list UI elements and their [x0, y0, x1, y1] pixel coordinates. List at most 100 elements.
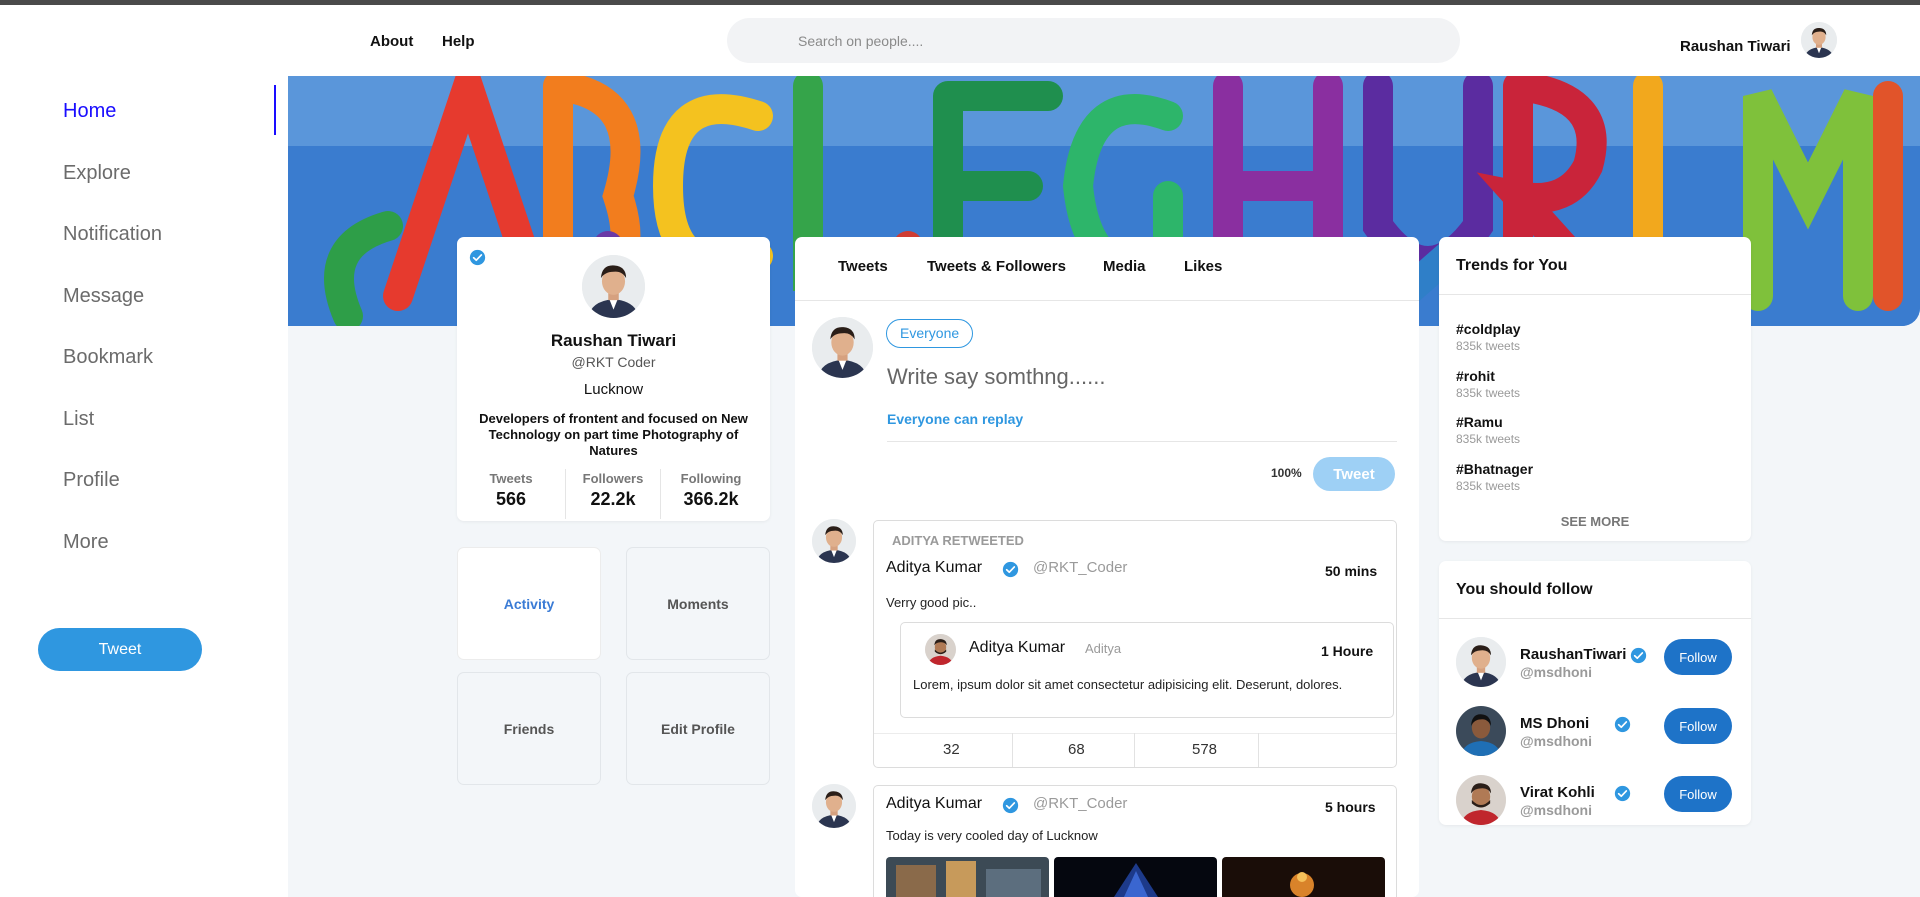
compose-input[interactable]: Write say somthng...... [887, 364, 1105, 390]
tile-friends[interactable]: Friends [457, 672, 601, 785]
divider [1439, 294, 1751, 295]
top-header: About Help Search on people.... Raushan … [288, 5, 1920, 76]
quote-avatar [925, 634, 956, 665]
follow-avatar[interactable] [1456, 637, 1506, 687]
follow-avatar[interactable] [1456, 775, 1506, 825]
profile-bio: Developers of frontent and focused on Ne… [479, 411, 748, 458]
verified-icon [1002, 797, 1019, 814]
see-more-link[interactable]: SEE MORE [1439, 514, 1751, 529]
header-avatar[interactable] [1801, 22, 1837, 58]
trends-title: Trends for You [1456, 257, 1568, 274]
divider [795, 300, 1419, 301]
quote-author-name: Aditya Kumar [969, 639, 1066, 656]
stat-followers[interactable]: Followers 22.2k [570, 471, 656, 510]
sidebar-item-profile[interactable]: Profile [63, 469, 120, 492]
trend-tag[interactable]: #coldplay [1456, 321, 1521, 337]
sidebar-item-bookmark[interactable]: Bookmark [63, 346, 153, 369]
tab-likes[interactable]: Likes [1184, 258, 1222, 275]
follow-avatar[interactable] [1456, 706, 1506, 756]
sidebar-item-notification[interactable]: Notification [63, 223, 162, 246]
who-to-follow-card: You should follow RaushanTiwari @msdhoni… [1439, 561, 1751, 825]
profile-name: Raushan Tiwari [550, 331, 677, 350]
stat-label: Followers [582, 471, 644, 486]
sidebar-item-home[interactable]: Home [63, 100, 116, 123]
quote-author-handle: Aditya [1085, 641, 1122, 656]
stat-label: Tweets [489, 471, 533, 486]
composer-avatar [812, 317, 873, 378]
trends-card: Trends for You #coldplay 835k tweets #ro… [1439, 237, 1751, 541]
tile-moments[interactable]: Moments [626, 547, 770, 660]
trend-count: 835k tweets [1456, 339, 1521, 353]
follow-name[interactable]: Virat Kohli [1520, 784, 1595, 801]
follow-button[interactable]: Follow [1664, 708, 1732, 744]
compose-tweet-button[interactable]: Tweet [1313, 457, 1395, 491]
tab-tweets-followers[interactable]: Tweets & Followers [927, 258, 1066, 275]
divider [1134, 733, 1135, 767]
post-time: 50 mins [1325, 563, 1378, 579]
post-avatar[interactable] [812, 519, 856, 563]
post-author-handle[interactable]: @RKT_Coder [1033, 795, 1127, 812]
char-progress: 100% [1271, 466, 1302, 480]
verified-icon [469, 249, 486, 266]
trend-tag[interactable]: #Bhatnager [1456, 461, 1533, 477]
sidebar-item-list[interactable]: List [63, 408, 94, 431]
stat-following[interactable]: Following 366.2k [664, 471, 758, 510]
post-text: Verry good pic.. [886, 595, 977, 610]
tile-edit-profile[interactable]: Edit Profile [626, 672, 770, 785]
follow-button[interactable]: Follow [1664, 639, 1732, 675]
follow-handle: @msdhoni [1520, 664, 1592, 680]
post-image[interactable] [1222, 857, 1385, 897]
trend-count: 835k tweets [1456, 386, 1521, 400]
follow-handle: @msdhoni [1520, 733, 1592, 749]
quote-text: Lorem, ipsum dolor sit amet consectetur … [913, 677, 1343, 692]
tab-media[interactable]: Media [1103, 258, 1146, 275]
tile-activity[interactable]: Activity [457, 547, 601, 660]
about-link[interactable]: About [370, 33, 413, 50]
stat-label: Following [680, 471, 742, 486]
retweet-count[interactable]: 68 [1068, 741, 1085, 758]
verified-icon [1630, 647, 1647, 664]
trend-count: 835k tweets [1456, 479, 1521, 493]
trend-tag[interactable]: #rohit [1456, 368, 1495, 384]
sidebar-item-message[interactable]: Message [63, 285, 144, 308]
post-avatar[interactable] [812, 784, 856, 828]
post-author-name[interactable]: Aditya Kumar [886, 795, 982, 813]
post-image[interactable] [1054, 857, 1217, 897]
divider [1012, 733, 1013, 767]
header-user-name[interactable]: Raushan Tiwari [1680, 38, 1791, 55]
quoted-post[interactable]: Aditya Kumar Aditya 1 Houre Lorem, ipsum… [900, 622, 1394, 718]
reply-setting[interactable]: Everyone can replay [887, 411, 1023, 427]
verified-icon [1002, 561, 1019, 578]
profile-avatar[interactable] [582, 255, 645, 318]
feed-panel: Tweets Tweets & Followers Media Likes Ev… [795, 237, 1419, 897]
verified-icon [1614, 785, 1631, 802]
stat-divider [565, 469, 566, 519]
audience-selector[interactable]: Everyone [886, 319, 974, 348]
post-text: Today is very cooled day of Lucknow [886, 828, 1098, 843]
post-image[interactable] [886, 857, 1049, 897]
post-author-name[interactable]: Aditya Kumar [886, 559, 982, 577]
post-time: 5 hours [1325, 799, 1376, 815]
search-placeholder: Search on people.... [798, 33, 924, 49]
profile-card: Raushan Tiwari @RKT Coder Lucknow Develo… [457, 237, 770, 521]
sidebar-item-explore[interactable]: Explore [63, 162, 131, 185]
profile-location: Lucknow [583, 381, 644, 398]
stat-tweets[interactable]: Tweets 566 [475, 471, 547, 510]
retweet-post: ADITYA RETWEETED Aditya Kumar @RKT_Coder… [873, 520, 1397, 768]
follow-name[interactable]: RaushanTiwari [1520, 646, 1626, 663]
reply-count[interactable]: 32 [943, 741, 960, 758]
tweet-post: Aditya Kumar @RKT_Coder 5 hours Today is… [873, 785, 1397, 897]
divider [887, 441, 1397, 442]
sidebar-item-more[interactable]: More [63, 531, 109, 554]
search-input[interactable]: Search on people.... [727, 18, 1460, 63]
active-indicator [274, 85, 276, 135]
trend-tag[interactable]: #Ramu [1456, 414, 1503, 430]
like-count[interactable]: 578 [1192, 741, 1217, 758]
tab-tweets[interactable]: Tweets [838, 258, 888, 275]
follow-button[interactable]: Follow [1664, 776, 1732, 812]
sidebar: Home Explore Notification Message Bookma… [0, 5, 288, 897]
sidebar-tweet-button[interactable]: Tweet [38, 628, 202, 671]
post-author-handle[interactable]: @RKT_Coder [1033, 559, 1127, 576]
follow-name[interactable]: MS Dhoni [1520, 715, 1589, 732]
help-link[interactable]: Help [442, 33, 475, 50]
